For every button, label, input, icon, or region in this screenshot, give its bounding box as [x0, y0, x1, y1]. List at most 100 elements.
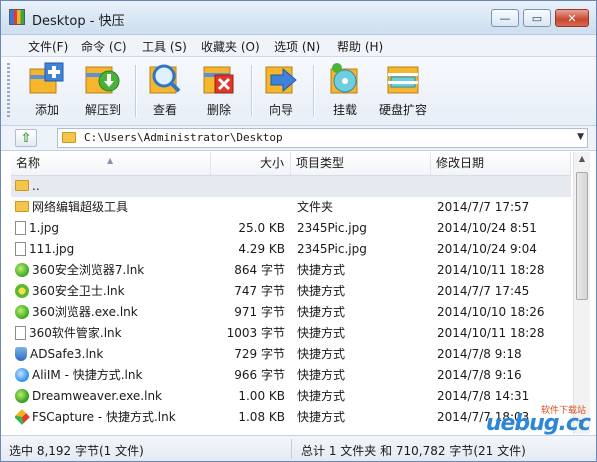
file-row[interactable]: 360安全浏览器7.lnk 864 字节 快捷方式 2014/10/11 18:…	[11, 260, 571, 281]
toolbar: 添加 解压到 查看 删除 向导 挂载 硬盘扩容	[1, 57, 596, 126]
file-size: 729 字节	[234, 347, 285, 361]
folder-icon	[15, 201, 29, 212]
file-size: 1003 字节	[226, 326, 285, 340]
file-type: 文件夹	[297, 200, 334, 214]
file-row[interactable]: AliIM - 快捷方式.lnk 966 字节 快捷方式 2014/7/8 9:…	[11, 365, 571, 386]
file-name: ..	[32, 179, 40, 193]
file-date: 2014/10/10 18:26	[437, 305, 545, 319]
file-date: 2014/7/8 9:16	[437, 368, 522, 382]
file-type: 2345Pic.jpg	[297, 221, 367, 235]
file-date: 2014/10/24 9:04	[437, 242, 537, 256]
close-button[interactable]: ✕	[555, 9, 589, 27]
vertical-scrollbar[interactable]: ▲ ▼	[573, 152, 590, 434]
maximize-button[interactable]: ▭	[523, 9, 551, 27]
file-row[interactable]: 360浏览器.exe.lnk 971 字节 快捷方式 2014/10/10 18…	[11, 302, 571, 323]
file-type: 快捷方式	[297, 284, 346, 298]
path-field[interactable]: C:\Users\Administrator\Desktop ▼	[57, 128, 588, 148]
file-date: 2014/7/8 9:18	[437, 347, 522, 361]
add-archive-icon	[29, 61, 65, 95]
status-divider	[291, 439, 292, 459]
wizard-arrow-icon	[263, 61, 299, 95]
file-name: Dreamweaver.exe.lnk	[32, 389, 163, 403]
app-window: Desktop - 快压 — ▭ ✕ 文件(F) 命令 (C) 工具 (S) 收…	[0, 0, 597, 462]
path-text: C:\Users\Administrator\Desktop	[84, 131, 283, 144]
file-row[interactable]: ADSafe3.lnk 729 字节 快捷方式 2014/7/8 9:18	[11, 344, 571, 365]
browser-icon	[15, 304, 29, 319]
extract-to-button[interactable]: 解压到	[79, 61, 127, 121]
column-header-name[interactable]: 名称 ▲	[11, 152, 211, 175]
file-rows: .. 网络编辑超级工具 文件夹 2014/7/7 17:57 1.jpg 25.…	[11, 176, 571, 428]
file-type: 快捷方式	[297, 305, 346, 319]
mount-button[interactable]: 挂载	[323, 61, 367, 121]
file-size: 864 字节	[234, 263, 285, 277]
file-name: ADSafe3.lnk	[30, 347, 104, 361]
file-type: 快捷方式	[297, 326, 346, 340]
file-row[interactable]: 360软件管家.lnk 1003 字节 快捷方式 2014/10/11 18:2…	[11, 323, 571, 344]
mount-label: 挂载	[332, 103, 357, 117]
file-date: 2014/10/11 18:28	[437, 263, 545, 277]
image-file-icon	[15, 220, 26, 235]
menu-tools[interactable]: 工具 (S)	[142, 38, 187, 55]
sort-ascending-icon: ▲	[107, 156, 114, 165]
file-size: 747 字节	[234, 284, 285, 298]
total-status: 总计 1 文件夹 和 710,782 字节(21 文件)	[301, 444, 526, 458]
file-size: 1.08 KB	[238, 410, 285, 424]
image-file-icon	[15, 241, 26, 256]
magnifier-icon	[147, 61, 183, 95]
minimize-button[interactable]: —	[491, 9, 519, 27]
file-row[interactable]: 360安全卫士.lnk 747 字节 快捷方式 2014/7/7 17:45	[11, 281, 571, 302]
file-name: AliIM - 快捷方式.lnk	[32, 368, 143, 382]
column-header-type[interactable]: 项目类型	[291, 152, 431, 175]
menu-command[interactable]: 命令 (C)	[81, 38, 127, 55]
scroll-up-icon[interactable]: ▲	[576, 154, 588, 168]
column-header-size[interactable]: 大小	[211, 152, 291, 175]
view-label: 查看	[152, 103, 177, 117]
parent-folder-row[interactable]: ..	[11, 176, 571, 197]
file-type: 快捷方式	[297, 368, 346, 382]
file-size: 971 字节	[234, 305, 285, 319]
delete-button[interactable]: 删除	[197, 61, 241, 121]
file-type: 2345Pic.jpg	[297, 242, 367, 256]
column-header-date[interactable]: 修改日期	[431, 152, 571, 175]
shield-icon	[15, 346, 27, 361]
mount-disc-icon	[327, 61, 363, 95]
menu-favorites[interactable]: 收藏夹 (O)	[201, 38, 260, 55]
add-button[interactable]: 添加	[23, 61, 71, 121]
menu-options[interactable]: 选项 (N)	[274, 38, 320, 55]
file-size: 4.29 KB	[238, 242, 285, 256]
status-bar: 选中 8,192 字节(1 文件) 总计 1 文件夹 和 710,782 字节(…	[1, 435, 596, 461]
folder-icon	[62, 132, 76, 143]
site-watermark: uebug.cc 软件下载站	[486, 406, 591, 436]
wizard-button[interactable]: 向导	[259, 61, 303, 121]
toolbar-separator	[313, 65, 315, 117]
selection-status: 选中 8,192 字节(1 文件)	[9, 444, 144, 458]
disk-expand-button[interactable]: 硬盘扩容	[375, 61, 431, 121]
folder-icon	[15, 180, 29, 191]
file-row[interactable]: Dreamweaver.exe.lnk 1.00 KB 快捷方式 2014/7/…	[11, 386, 571, 407]
file-size: 25.0 KB	[238, 221, 285, 235]
file-row[interactable]: 网络编辑超级工具 文件夹 2014/7/7 17:57	[11, 197, 571, 218]
file-row[interactable]: 1.jpg 25.0 KB 2345Pic.jpg 2014/10/24 8:5…	[11, 218, 571, 239]
menu-file[interactable]: 文件(F)	[28, 38, 68, 55]
security-guard-icon	[15, 283, 29, 298]
title-bar: Desktop - 快压 — ▭ ✕	[1, 1, 596, 35]
file-name: 360浏览器.exe.lnk	[32, 305, 138, 319]
file-type: 快捷方式	[297, 410, 346, 424]
file-list: 名称 ▲ 大小 项目类型 修改日期 .. 网络编辑超级工具 文件夹 2014/7…	[11, 152, 571, 434]
scrollbar-thumb[interactable]	[576, 172, 588, 300]
file-row[interactable]: 111.jpg 4.29 KB 2345Pic.jpg 2014/10/24 9…	[11, 239, 571, 260]
view-button[interactable]: 查看	[143, 61, 187, 121]
menu-help[interactable]: 帮助 (H)	[337, 38, 383, 55]
add-label: 添加	[34, 103, 59, 117]
address-bar: ⇧ C:\Users\Administrator\Desktop ▼	[1, 126, 596, 151]
file-type: 快捷方式	[297, 347, 346, 361]
path-dropdown-icon[interactable]: ▼	[577, 132, 584, 142]
file-name: 1.jpg	[29, 221, 60, 235]
toolbar-grip[interactable]	[7, 63, 10, 119]
window-title: Desktop - 快压	[32, 14, 125, 29]
up-folder-button[interactable]: ⇧	[15, 129, 37, 147]
extract-to-label: 解压到	[84, 103, 121, 117]
up-arrow-icon: ⇧	[20, 130, 32, 146]
wizard-label: 向导	[268, 103, 293, 117]
disk-expand-icon	[385, 61, 421, 95]
